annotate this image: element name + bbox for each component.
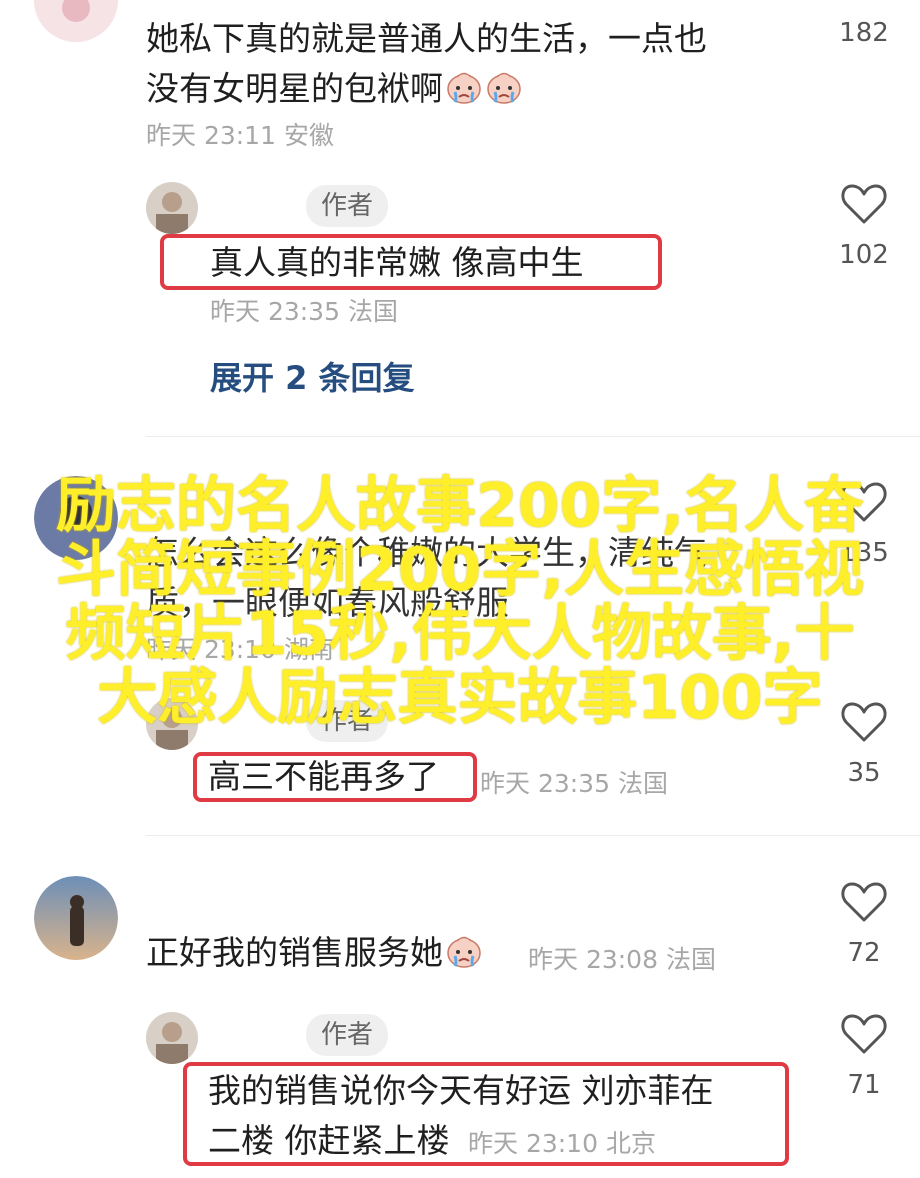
- like-button[interactable]: 182: [834, 0, 894, 48]
- comment-meta: 昨天 23:11 安徽: [146, 121, 334, 150]
- avatar[interactable]: [146, 1012, 198, 1064]
- author-badge: 作者: [306, 185, 389, 227]
- heart-outline-icon: [841, 184, 887, 224]
- comment-meta: 昨天 23:35 法国: [480, 769, 668, 798]
- divider: [146, 436, 920, 437]
- comment-text: 她私下真的就是普通人的生活，一点也: [146, 19, 707, 58]
- avatar[interactable]: [146, 182, 198, 234]
- comment-text: 正好我的销售服务她: [146, 928, 483, 978]
- overlay-line: 大感人励志真实故事100字: [97, 663, 823, 733]
- heart-outline-icon: [841, 1014, 887, 1054]
- comment-meta: 昨天 23:08 法国: [528, 945, 716, 974]
- heart-outline-icon: [841, 882, 887, 922]
- crying-emoji-icon: [485, 68, 523, 106]
- crying-emoji-icon: [445, 932, 483, 970]
- comment-text: 真人真的非常嫩 像高中生: [210, 243, 584, 282]
- like-count: 72: [847, 938, 881, 968]
- comment-text-line: 没有女明星的包袱啊: [146, 69, 443, 108]
- like-count: 102: [839, 240, 889, 270]
- comment-text: 二楼 你赶紧上楼 昨天 23:10 北京: [208, 1116, 656, 1169]
- like-button[interactable]: 72: [834, 880, 894, 968]
- like-count: 182: [839, 18, 889, 48]
- comment-text-line: 二楼 你赶紧上楼: [208, 1121, 450, 1160]
- comment-meta: 昨天 23:10 北京: [468, 1129, 656, 1158]
- overlay-line: 斗简短事例200字,人生感悟视: [55, 535, 865, 605]
- divider: [146, 835, 920, 836]
- like-button[interactable]: 71: [834, 1012, 894, 1100]
- like-count: 35: [847, 758, 881, 788]
- comment-text-line: 正好我的销售服务她: [146, 933, 443, 972]
- avatar[interactable]: [34, 876, 118, 960]
- comment-meta: 昨天 23:35 法国: [210, 297, 398, 326]
- like-button[interactable]: 102: [834, 182, 894, 270]
- author-badge: 作者: [306, 1014, 389, 1056]
- like-count: 71: [847, 1070, 881, 1100]
- overlay-caption: 励志的名人故事200字,名人奋 斗简短事例200字,人生感悟视 频短片15秒,伟…: [0, 474, 920, 730]
- comment-text: 高三不能再多了: [208, 757, 439, 796]
- avatar[interactable]: [34, 0, 118, 42]
- expand-replies-link[interactable]: 展开 2 条回复: [210, 353, 415, 399]
- overlay-line: 频短片15秒,伟大人物故事,十: [65, 599, 855, 669]
- comment-text: 我的销售说你今天有好运 刘亦菲在: [208, 1071, 714, 1110]
- comment-text: 没有女明星的包袱啊: [146, 64, 523, 114]
- crying-emoji-icon: [445, 68, 483, 106]
- overlay-line: 励志的名人故事200字,名人奋: [55, 471, 865, 541]
